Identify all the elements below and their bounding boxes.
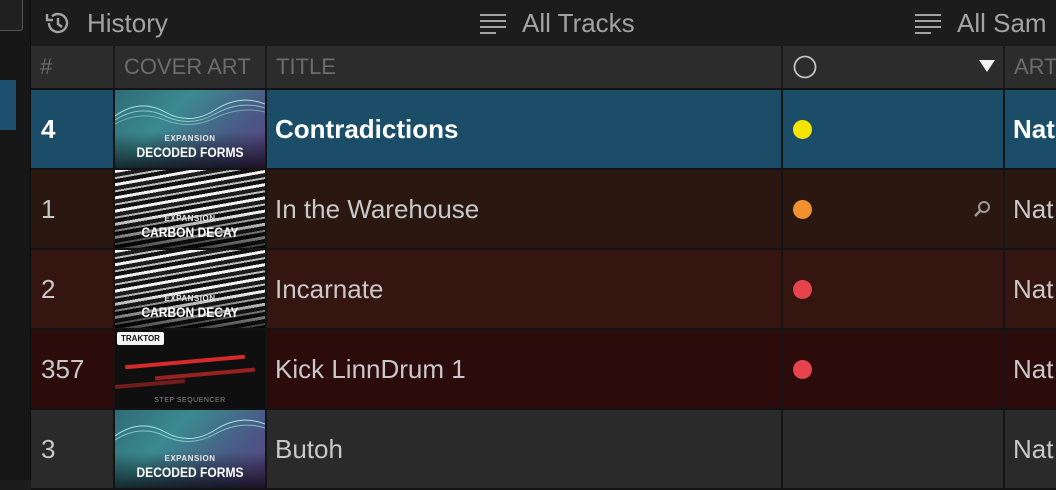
color-tag-dot	[793, 359, 812, 379]
cover-art-sub-text: STEP SEQUENCER	[154, 397, 226, 404]
column-header-title-label: TITLE	[276, 54, 336, 79]
cover-art-small-text: EXPANSION	[164, 214, 216, 223]
history-icon	[45, 12, 69, 34]
cover-art-small-text: EXPANSION	[164, 134, 216, 143]
cover-art-cell: TRAKTOR STEP SEQUENCER	[115, 330, 267, 408]
traktor-badge: TRAKTOR	[117, 332, 164, 345]
track-title: In the Warehouse	[267, 170, 783, 248]
track-title: Incarnate	[267, 250, 783, 328]
table-row[interactable]: 4 EXPANSION DECODED FORMS Contradictions…	[31, 90, 1056, 170]
color-tag-dot	[793, 119, 812, 139]
cover-art-cell: EXPANSION DECODED FORMS	[115, 90, 267, 168]
cover-art-big-text: DECODED FORMS	[136, 464, 244, 480]
track-number: 1	[31, 170, 115, 248]
cover-art-image: EXPANSION DECODED FORMS	[115, 90, 265, 168]
track-number: 3	[31, 410, 115, 488]
color-cell	[783, 250, 1005, 328]
tab-all-tracks[interactable]: All Tracks	[480, 0, 635, 46]
color-cell	[783, 410, 1005, 488]
table-row[interactable]: 357 TRAKTOR STEP SEQUENCER Kick LinnDrum…	[31, 330, 1056, 410]
cover-art-image: EXPANSION DECODED FORMS	[115, 410, 265, 488]
table-row[interactable]: 2 EXPANSION CARBON DECAY Incarnate Nat	[31, 250, 1056, 330]
tab-all-tracks-label: All Tracks	[522, 7, 635, 38]
cover-art-image: EXPANSION CARBON DECAY	[115, 170, 265, 248]
column-header-cover-art[interactable]: COVER ART	[115, 46, 267, 88]
tab-all-samples-label: All Sam	[957, 7, 1047, 38]
cover-art-big-text: DECODED FORMS	[136, 144, 244, 160]
color-tag-dot	[793, 279, 812, 299]
table-row[interactable]: 3 EXPANSION DECODED FORMS Butoh Nat	[31, 410, 1056, 490]
list-icon	[480, 14, 506, 34]
list-icon	[915, 14, 941, 34]
cover-art-cell: EXPANSION DECODED FORMS	[115, 410, 267, 488]
cover-art-big-text: CARBON DECAY	[141, 224, 239, 240]
browser-tab-bar: History All Tracks All Sam	[31, 0, 1056, 46]
track-artist: Nat	[1013, 353, 1054, 384]
panel-toggle[interactable]	[0, 0, 23, 31]
sidebar-selection-indicator	[0, 80, 16, 130]
cover-art-wave	[115, 99, 265, 125]
cover-art-image: EXPANSION CARBON DECAY	[115, 250, 265, 328]
cover-art-cell: EXPANSION CARBON DECAY	[115, 250, 267, 328]
search-icon[interactable]	[973, 200, 991, 218]
color-cell	[783, 170, 1005, 248]
track-artist: Nat	[1013, 273, 1054, 304]
column-header-number-label: #	[40, 54, 53, 79]
track-number: 2	[31, 250, 115, 328]
track-number: 357	[31, 330, 115, 408]
track-artist: Nat	[1013, 433, 1054, 464]
cover-art-wave	[115, 419, 265, 442]
left-panel-strip	[0, 0, 31, 480]
cover-art-big-text: CARBON DECAY	[141, 304, 239, 320]
color-cell	[783, 90, 1005, 168]
cover-art-image: TRAKTOR STEP SEQUENCER	[115, 330, 265, 408]
track-number: 4	[31, 90, 115, 168]
tab-history-label: History	[87, 7, 168, 38]
column-header-artist[interactable]: ART	[1005, 46, 1056, 88]
tab-all-samples[interactable]: All Sam	[915, 0, 1047, 46]
color-circle-icon	[793, 55, 817, 79]
track-list: 4 EXPANSION DECODED FORMS Contradictions…	[31, 90, 1056, 490]
column-header-artist-label: ART	[1014, 54, 1056, 79]
column-header-title[interactable]: TITLE	[267, 46, 783, 88]
table-row[interactable]: 1 EXPANSION CARBON DECAY In the Warehous…	[31, 170, 1056, 250]
column-header-cover-art-label: COVER ART	[124, 54, 251, 79]
column-header-number[interactable]: #	[31, 46, 115, 88]
color-tag-dot	[793, 199, 812, 219]
tab-history[interactable]: History	[43, 0, 168, 46]
track-title: Contradictions	[267, 90, 783, 168]
track-title: Kick LinnDrum 1	[267, 330, 783, 408]
sort-descending-icon[interactable]	[979, 60, 995, 74]
track-artist: Nat	[1013, 113, 1055, 144]
color-cell	[783, 330, 1005, 408]
table-header: # COVER ART TITLE ART	[31, 46, 1056, 90]
cover-art-small-text: EXPANSION	[164, 454, 216, 463]
cover-art-cell: EXPANSION CARBON DECAY	[115, 170, 267, 248]
track-title: Butoh	[267, 410, 783, 488]
cover-art-small-text: EXPANSION	[164, 294, 216, 303]
track-artist: Nat	[1013, 193, 1054, 224]
column-header-color[interactable]	[783, 46, 1005, 88]
